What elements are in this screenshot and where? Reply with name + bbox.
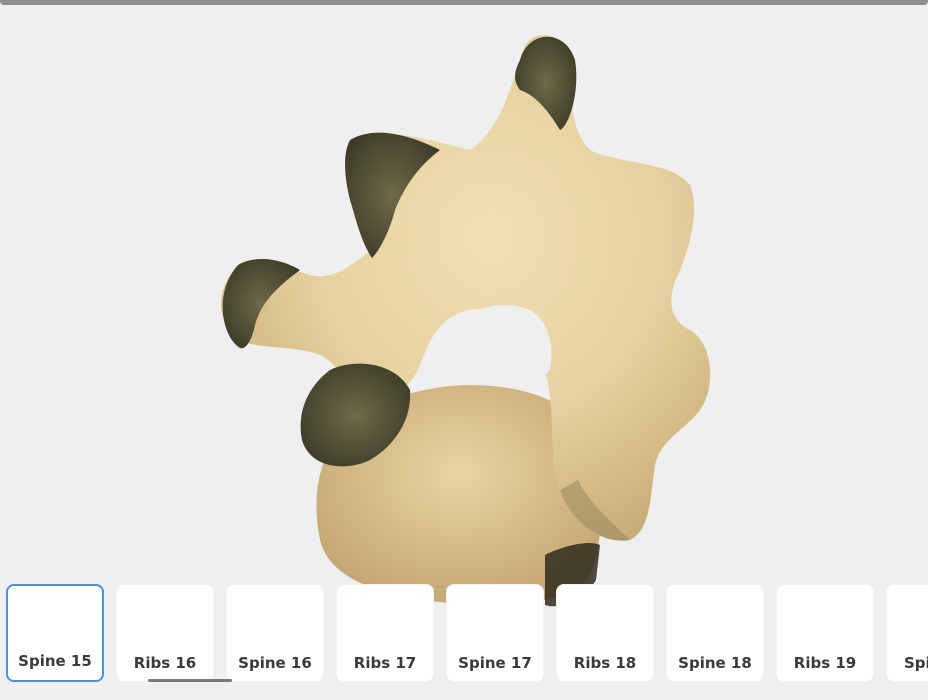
vertebral-foramen bbox=[455, 305, 552, 380]
thumb-label: Spine 17 bbox=[458, 654, 532, 672]
thumb-ribs-16[interactable]: Ribs 16 bbox=[116, 584, 214, 682]
thumbnail-strip[interactable]: Spine 15 Ribs 16 Spine 16 Ribs 17 Spine … bbox=[0, 584, 928, 700]
thumb-spine-18[interactable]: Spine 18 bbox=[666, 584, 764, 682]
thumb-label: Spine 18 bbox=[678, 654, 752, 672]
thumb-label: Ribs 16 bbox=[133, 654, 197, 672]
thumb-spine-15[interactable]: Spine 15 bbox=[6, 584, 104, 682]
thumb-label: Ribs 18 bbox=[573, 654, 637, 672]
thumb-label: Ribs 19 bbox=[793, 654, 857, 672]
thumb-label: Spine 16 bbox=[238, 654, 312, 672]
thumb-spine-19[interactable]: Spine 19 bbox=[886, 584, 928, 682]
thumb-ribs-19[interactable]: Ribs 19 bbox=[776, 584, 874, 682]
thumb-label: Ribs 17 bbox=[353, 654, 417, 672]
thumb-ribs-17[interactable]: Ribs 17 bbox=[336, 584, 434, 682]
thumb-spine-16[interactable]: Spine 16 bbox=[226, 584, 324, 682]
thumb-label: Spine 15 bbox=[18, 652, 92, 670]
horizontal-scrollbar[interactable] bbox=[148, 679, 232, 682]
thumb-spine-17[interactable]: Spine 17 bbox=[446, 584, 544, 682]
thumb-label: Spine 19 bbox=[904, 654, 928, 672]
thumb-ribs-18[interactable]: Ribs 18 bbox=[556, 584, 654, 682]
model-viewer[interactable]: Spine 15 Ribs 16 Spine 16 Ribs 17 Spine … bbox=[0, 0, 928, 700]
